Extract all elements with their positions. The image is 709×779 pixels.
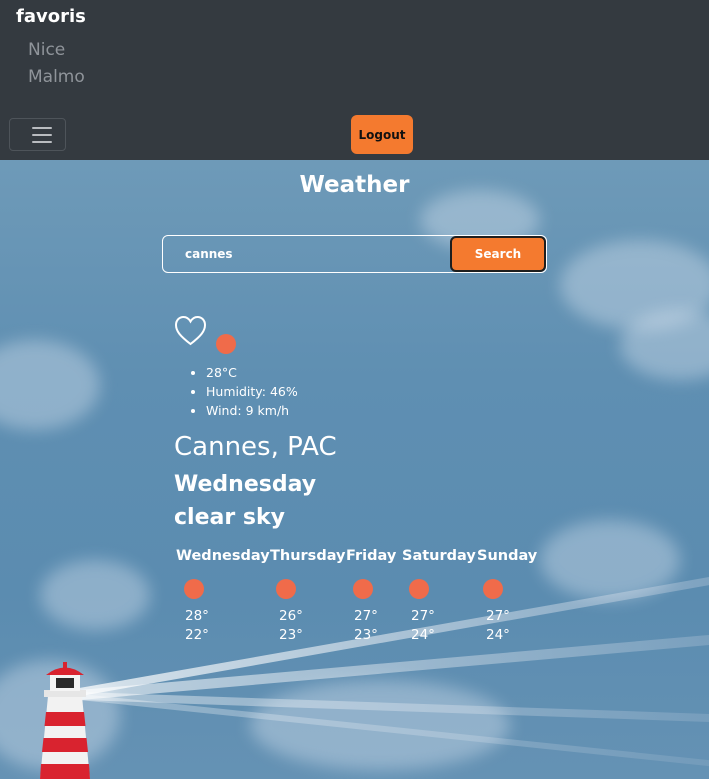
forecast-high: 27° [411,608,435,624]
sun-icon [353,579,373,599]
humidity-value: Humidity: 46% [206,382,298,401]
forecast-day-card: Friday 27° 23° [346,548,397,645]
forecast-high: 26° [279,608,303,624]
forecast-row: Wednesday 28° 22° Thursday 26° 23° Frida… [0,548,709,658]
lighthouse-illustration [40,662,90,779]
current-day: Wednesday [174,472,317,497]
hamburger-icon-line [32,141,52,143]
sun-icon [276,579,296,599]
forecast-day-card: Thursday 26° 23° [270,548,346,645]
forecast-low: 23° [354,627,378,643]
menu-toggle-button[interactable] [9,118,66,151]
favorites-title: favoris [16,6,86,27]
forecast-day-card: Wednesday 28° 22° [176,548,270,645]
location-name: Cannes, PAC [174,432,337,462]
forecast-day-name: Saturday [402,548,476,564]
weather-description: clear sky [174,505,285,530]
search-input[interactable] [173,242,443,266]
forecast-day-name: Friday [346,548,397,564]
forecast-high: 27° [354,608,378,624]
sun-icon [483,579,503,599]
favorites-list: Nice Malmo [28,37,85,91]
forecast-low: 24° [486,627,510,643]
search-bar: Search [162,235,547,273]
forecast-day-card: Sunday 27° 24° [477,548,538,645]
weather-panel: Weather Search 28°C Humidity: 46% Wind: … [0,160,709,779]
sun-icon [409,579,429,599]
forecast-low: 22° [185,627,209,643]
hamburger-icon-line [32,134,52,136]
forecast-low: 24° [411,627,435,643]
favorite-item-malmo[interactable]: Malmo [28,64,85,91]
current-details: 28°C Humidity: 46% Wind: 9 km/h [206,363,298,420]
forecast-day-card: Saturday 27° 24° [402,548,476,645]
forecast-day-name: Sunday [477,548,538,564]
navbar: favoris Nice Malmo Logout [0,0,709,160]
sun-icon [184,579,204,599]
forecast-high: 28° [185,608,209,624]
forecast-high: 27° [486,608,510,624]
forecast-low: 23° [279,627,303,643]
search-button[interactable]: Search [450,236,546,272]
favorite-item-nice[interactable]: Nice [28,37,85,64]
logout-button[interactable]: Logout [351,115,413,154]
page-title: Weather [299,172,410,198]
hamburger-icon [32,127,52,129]
temperature-value: 28°C [206,363,298,382]
forecast-day-name: Wednesday [176,548,270,564]
sun-icon [216,334,236,354]
wind-value: Wind: 9 km/h [206,401,298,420]
heart-outline-icon[interactable] [174,315,207,347]
forecast-day-name: Thursday [270,548,346,564]
